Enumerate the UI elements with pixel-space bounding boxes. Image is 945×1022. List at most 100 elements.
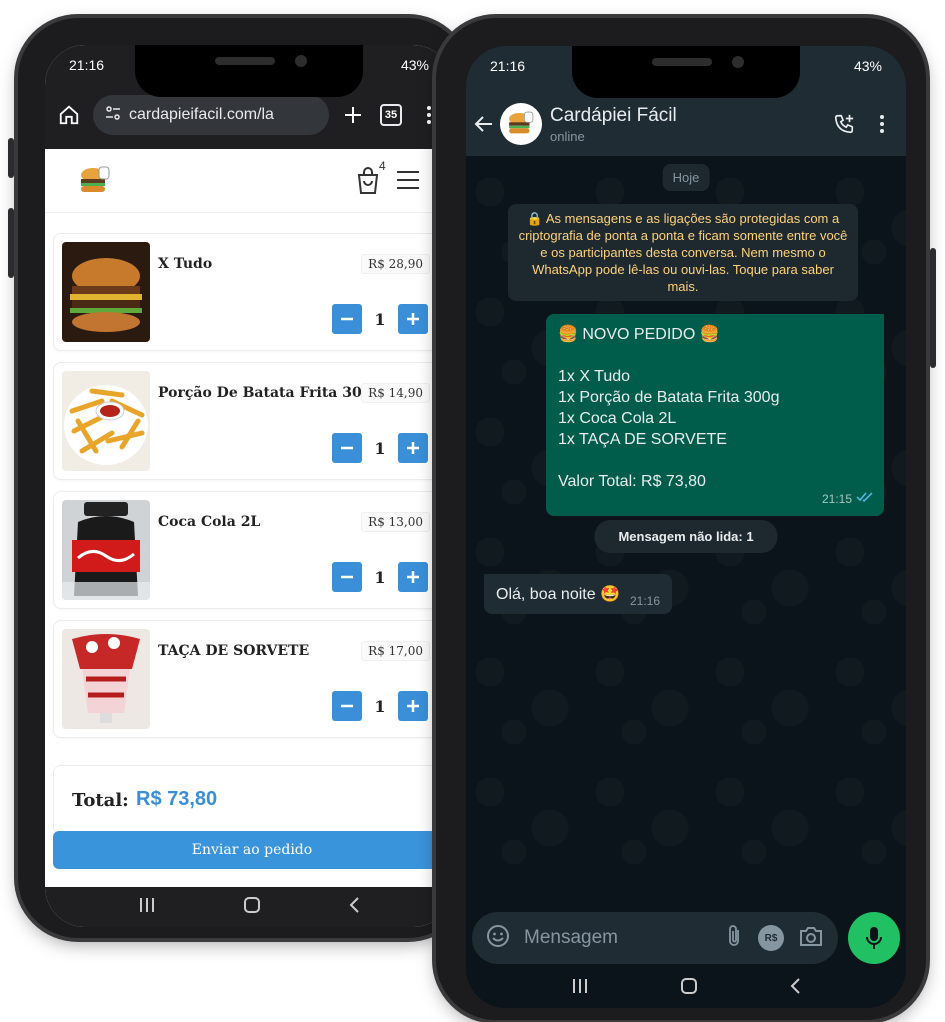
quantity-stepper: 1 bbox=[332, 691, 428, 721]
payment-icon-label: R$ bbox=[764, 932, 778, 944]
message-input[interactable]: Mensagem bbox=[524, 927, 712, 949]
item-name: Coca Cola 2L bbox=[158, 514, 261, 530]
cart-item: TAÇA DE SORVETE R$ 17,00 1 bbox=[53, 620, 445, 738]
burger-image bbox=[62, 242, 150, 342]
attach-icon[interactable] bbox=[726, 924, 744, 953]
payment-icon[interactable]: R$ bbox=[758, 925, 784, 951]
android-navbar bbox=[45, 887, 453, 927]
order-line: 1x X Tudo bbox=[558, 368, 631, 385]
back-nav-icon[interactable] bbox=[348, 896, 360, 919]
quantity-value: 1 bbox=[374, 696, 386, 716]
add-call-icon[interactable] bbox=[824, 113, 864, 135]
status-time: 21:16 bbox=[490, 58, 526, 74]
item-price: R$ 17,00 bbox=[361, 641, 430, 661]
item-name: Porção De Batata Frita 300g bbox=[158, 385, 382, 401]
cart-items-list: X Tudo R$ 28,90 1 Porção De Batata Frita… bbox=[53, 233, 445, 749]
read-ticks-icon bbox=[856, 489, 874, 510]
message-time: 21:15 bbox=[821, 492, 852, 506]
site-settings-icon[interactable] bbox=[105, 105, 121, 126]
cart-item: Porção De Batata Frita 300g R$ 14,90 1 bbox=[53, 362, 445, 480]
contact-avatar[interactable] bbox=[500, 103, 542, 145]
tabs-button[interactable]: 35 bbox=[377, 101, 405, 129]
notch bbox=[135, 45, 363, 97]
url-text: cardapieifacil.com/la bbox=[129, 106, 274, 123]
quantity-value: 1 bbox=[374, 438, 386, 458]
decrease-button[interactable] bbox=[332, 562, 362, 592]
right-screen: 21:16 43% Cardápiei Fácil online Hoje 🔒 … bbox=[466, 46, 906, 1008]
site-header: 4 bbox=[45, 149, 453, 213]
encryption-notice[interactable]: 🔒 As mensagens e as ligações são protegi… bbox=[508, 204, 858, 301]
left-phone: 21:16 43% cardapieifacil.com/la 35 4 X T… bbox=[8, 18, 468, 938]
right-phone: 21:16 43% Cardápiei Fácil online Hoje 🔒 … bbox=[436, 18, 936, 1020]
total-value: R$ 73,80 bbox=[136, 788, 218, 810]
mic-button[interactable] bbox=[848, 912, 900, 964]
cart-icon[interactable] bbox=[355, 167, 381, 195]
home-nav-icon[interactable] bbox=[680, 977, 698, 1000]
left-phone-volume-button bbox=[8, 208, 14, 278]
date-chip: Hoje bbox=[662, 164, 710, 191]
quantity-value: 1 bbox=[374, 567, 386, 587]
left-screen: 21:16 43% cardapieifacil.com/la 35 4 X T… bbox=[45, 45, 453, 927]
item-price: R$ 28,90 bbox=[361, 254, 430, 274]
message-composer: Mensagem R$ bbox=[472, 912, 838, 964]
quantity-stepper: 1 bbox=[332, 304, 428, 334]
total-box: Total: R$ 73,80 bbox=[53, 765, 445, 835]
quantity-stepper: 1 bbox=[332, 562, 428, 592]
fries-image bbox=[62, 371, 150, 471]
item-name: TAÇA DE SORVETE bbox=[158, 643, 310, 659]
quantity-stepper: 1 bbox=[332, 433, 428, 463]
url-bar[interactable]: cardapieifacil.com/la bbox=[93, 95, 329, 135]
camera-icon[interactable] bbox=[798, 925, 824, 952]
incoming-time: 21:16 bbox=[630, 594, 661, 608]
item-name: X Tudo bbox=[158, 256, 213, 272]
notch bbox=[572, 46, 800, 98]
order-line: 1x TAÇA DE SORVETE bbox=[558, 431, 727, 448]
increase-button[interactable] bbox=[398, 304, 428, 334]
burger-logo[interactable] bbox=[75, 163, 115, 199]
unread-messages-chip: Mensagem não lida: 1 bbox=[594, 520, 778, 553]
outgoing-message[interactable]: 🍔 NOVO PEDIDO 🍔 1x X Tudo 1x Porção de B… bbox=[546, 314, 884, 516]
recents-icon[interactable] bbox=[571, 978, 589, 999]
right-phone-side-button bbox=[930, 248, 936, 368]
decrease-button[interactable] bbox=[332, 304, 362, 334]
send-order-button[interactable]: Enviar ao pedido bbox=[53, 831, 451, 869]
cart-item: Coca Cola 2L R$ 13,00 1 bbox=[53, 491, 445, 609]
decrease-button[interactable] bbox=[332, 691, 362, 721]
status-battery: 43% bbox=[853, 58, 882, 74]
increase-button[interactable] bbox=[398, 562, 428, 592]
cart-item: X Tudo R$ 28,90 1 bbox=[53, 233, 445, 351]
chat-toolbar: Cardápiei Fácil online bbox=[466, 96, 906, 152]
hamburger-menu-icon[interactable] bbox=[397, 171, 419, 189]
order-header: 🍔 NOVO PEDIDO 🍔 bbox=[558, 326, 720, 343]
incoming-message[interactable]: Olá, boa noite 🤩 21:16 bbox=[484, 574, 673, 614]
recents-icon[interactable] bbox=[138, 897, 156, 918]
contact-info[interactable]: Cardápiei Fácil online bbox=[550, 105, 824, 144]
chat-area: Hoje 🔒 As mensagens e as ligações são pr… bbox=[466, 156, 906, 898]
quantity-value: 1 bbox=[374, 309, 386, 329]
cart-count-badge: 4 bbox=[379, 159, 386, 173]
item-price: R$ 14,90 bbox=[361, 383, 430, 403]
coke-image bbox=[62, 500, 150, 600]
home-icon[interactable] bbox=[55, 101, 83, 129]
back-nav-icon[interactable] bbox=[789, 977, 801, 1000]
total-label: Total: bbox=[72, 790, 129, 811]
order-line: 1x Porção de Batata Frita 300g bbox=[558, 389, 780, 406]
increase-button[interactable] bbox=[398, 691, 428, 721]
home-nav-icon[interactable] bbox=[243, 896, 261, 919]
incoming-text: Olá, boa noite 🤩 bbox=[496, 586, 620, 603]
new-tab-icon[interactable] bbox=[339, 101, 367, 129]
chat-menu-icon[interactable] bbox=[864, 114, 900, 134]
left-phone-side-button bbox=[8, 138, 14, 178]
microphone-icon bbox=[866, 927, 882, 949]
sundae-image bbox=[62, 629, 150, 729]
order-line: 1x Coca Cola 2L bbox=[558, 410, 677, 427]
contact-name: Cardápiei Fácil bbox=[550, 104, 677, 126]
message-meta: 21:15 bbox=[822, 489, 874, 510]
decrease-button[interactable] bbox=[332, 433, 362, 463]
increase-button[interactable] bbox=[398, 433, 428, 463]
emoji-icon[interactable] bbox=[486, 924, 510, 953]
tabs-count: 35 bbox=[380, 104, 402, 126]
status-time: 21:16 bbox=[69, 57, 105, 73]
android-navbar bbox=[466, 968, 906, 1008]
back-arrow-icon[interactable] bbox=[472, 112, 496, 136]
